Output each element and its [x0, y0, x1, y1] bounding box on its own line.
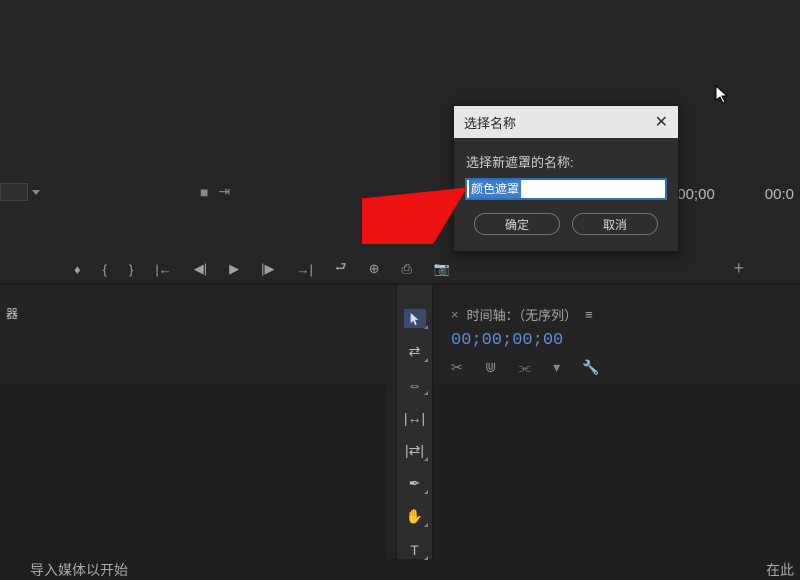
timeline-tab[interactable]: × 时间轴：（无序列） ≡	[451, 305, 593, 324]
timeline-timecode[interactable]: 00;00;00;00	[451, 331, 563, 350]
choose-name-dialog: 选择名称 ✕ 选择新遮罩的名称: 颜色遮罩 确定 取消	[453, 105, 679, 252]
type-tool[interactable]: T	[404, 540, 426, 559]
import-media-hint: 导入媒体以开始	[30, 560, 128, 580]
cancel-button[interactable]: 取消	[572, 213, 658, 235]
tools-panel: ⇄ ⇔ |↔| |⇄| ✒ ✋ T	[397, 285, 433, 559]
dialog-field-label: 选择新遮罩的名称:	[466, 152, 666, 171]
close-icon[interactable]: ×	[451, 307, 459, 322]
zoom-dropdown-box[interactable]	[0, 183, 28, 201]
go-to-out-button[interactable]: →|	[296, 262, 312, 277]
project-drop-area[interactable]: 导入媒体以开始	[0, 385, 386, 559]
snap-icon[interactable]: ⋓	[485, 359, 497, 376]
transport-controls: ♦ { } |← ◀| ▶ |▶ →| ⮐ ⊕ ⎙ 📷	[74, 258, 450, 280]
project-panel: 器 0 个项 导入媒体以开始	[0, 285, 397, 559]
camera-icon[interactable]: 📷	[434, 261, 450, 277]
zoom-dropdown[interactable]	[0, 183, 40, 201]
matte-name-input[interactable]: 颜色遮罩	[466, 179, 666, 199]
play-button[interactable]: ▶	[229, 261, 239, 277]
close-icon[interactable]: ✕	[655, 112, 668, 132]
matte-name-input-value: 颜色遮罩	[469, 180, 521, 198]
slip-tool[interactable]: |⇄|	[404, 441, 426, 460]
chevron-down-icon	[32, 190, 40, 195]
export-frame-button[interactable]: ⎙	[401, 261, 411, 277]
dialog-body: 选择新遮罩的名称: 颜色遮罩 确定 取消	[454, 138, 678, 251]
nest-sequence-icon[interactable]: ✂	[451, 359, 463, 376]
duration-timecode-partial: 00:0	[765, 186, 794, 203]
timeline-tab-label: 时间轴：（无序列）	[467, 305, 578, 324]
dialog-button-row: 确定 取消	[466, 213, 666, 235]
bottom-panels: 器 0 个项 导入媒体以开始 ⇄ ⇔ |↔| |⇄| ✒ ✋ T × 时间轴：（…	[0, 285, 800, 559]
step-back-button[interactable]: ◀|	[194, 261, 207, 277]
timeline-hint-partial: 在此	[766, 560, 794, 580]
settings-icon[interactable]: 🔧	[582, 359, 599, 376]
dialog-titlebar[interactable]: 选择名称 ✕	[454, 106, 678, 138]
insert-button[interactable]: ⮐	[335, 258, 347, 280]
dialog-title: 选择名称	[464, 113, 516, 132]
hand-tool[interactable]: ✋	[404, 507, 426, 526]
pen-tool[interactable]: ✒	[404, 474, 426, 493]
mark-in-button[interactable]: {	[103, 262, 107, 277]
stop-icon[interactable]: ■	[200, 184, 208, 200]
track-select-tool[interactable]: ⇄	[404, 342, 426, 361]
button-editor-plus[interactable]: +	[733, 258, 744, 279]
panel-menu-icon[interactable]: ≡	[585, 307, 593, 322]
out-timecode-partial: 00;00	[677, 186, 715, 203]
ok-button[interactable]: 确定	[474, 213, 560, 235]
program-monitor-panel: ■ ⇥ 00;00 00:0 ♦ { } |← ◀| ▶ |▶ →| ⮐ ⊕ ⎙…	[0, 0, 800, 284]
add-marker-icon[interactable]: ▾	[553, 359, 560, 376]
overwrite-button[interactable]: ⊕	[369, 261, 380, 277]
mark-out-button[interactable]: }	[129, 262, 133, 277]
step-end-icon[interactable]: ⇥	[218, 183, 230, 200]
timeline-panel: × 时间轴：（无序列） ≡ 00;00;00;00 ✂ ⋓ ⫘ ▾ 🔧 在此	[433, 285, 800, 559]
marker-button[interactable]: ♦	[74, 262, 81, 277]
step-forward-button[interactable]: |▶	[261, 261, 274, 277]
timeline-track-area[interactable]: 在此	[433, 385, 800, 559]
razor-tool[interactable]: |↔|	[404, 408, 426, 427]
selection-tool[interactable]	[404, 309, 426, 328]
monitor-mini-toolbar: ■ ⇥	[200, 183, 230, 200]
pointer-icon	[408, 312, 422, 326]
panel-title-truncated: 器	[6, 305, 18, 322]
ripple-edit-tool[interactable]: ⇔	[404, 375, 426, 394]
monitor-timecodes: 00;00 00:0	[677, 186, 794, 203]
go-to-in-button[interactable]: |←	[155, 262, 171, 277]
timeline-toolbar: ✂ ⋓ ⫘ ▾ 🔧	[451, 359, 600, 376]
linked-selection-icon[interactable]: ⫘	[518, 359, 531, 376]
